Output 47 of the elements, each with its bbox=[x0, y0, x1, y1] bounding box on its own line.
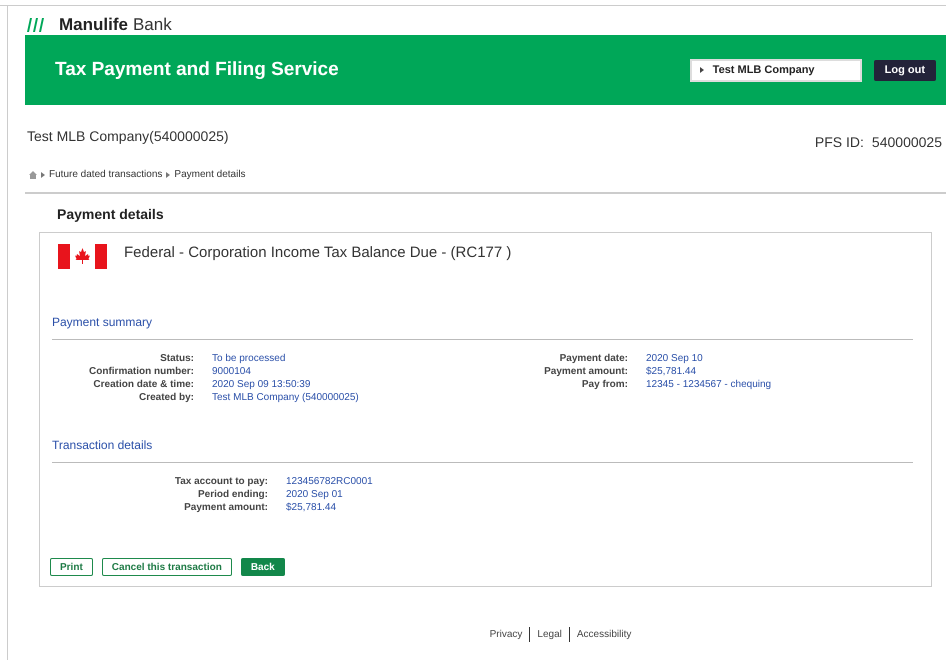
action-button[interactable]: Back bbox=[240, 558, 285, 576]
company-heading: Test MLB Company(540000025) bbox=[26, 127, 230, 146]
logo-suffix: Bank bbox=[132, 14, 172, 36]
action-button[interactable]: Print bbox=[50, 558, 93, 576]
section-heading: Transaction details bbox=[52, 436, 913, 463]
footer-link[interactable]: Legal bbox=[529, 627, 569, 642]
page-title: Payment details bbox=[57, 205, 165, 224]
action-button[interactable]: Cancel this transaction bbox=[102, 558, 232, 576]
field-label: Payment date: bbox=[558, 352, 628, 365]
field-label: Confirmation number: bbox=[88, 365, 194, 378]
field-value: $25,781.44 bbox=[286, 501, 336, 514]
breadcrumb-link[interactable]: Future dated transactions bbox=[49, 167, 162, 182]
logo-icon bbox=[25, 17, 45, 33]
chevron-icon bbox=[41, 172, 45, 178]
field-label: Period ending: bbox=[197, 488, 268, 501]
field-value: 9000104 bbox=[212, 365, 251, 378]
field-value: Test MLB Company (540000025) bbox=[212, 391, 359, 404]
field-value: 123456782RC0001 bbox=[286, 475, 373, 488]
footer-link[interactable]: Accessibility bbox=[568, 627, 638, 642]
field-label: Creation date & time: bbox=[92, 378, 194, 391]
logout-button[interactable]: Log out bbox=[874, 60, 936, 80]
tax-title: Federal - Corporation Income Tax Balance Due - (RC177 ) bbox=[124, 243, 512, 263]
field-value: 2020 Sep 01 bbox=[286, 488, 343, 501]
field-value: 12345 - 1234567 - chequing bbox=[646, 378, 772, 391]
logo-brand: Manulife bbox=[59, 14, 128, 36]
field-label: Status: bbox=[159, 352, 194, 365]
section-heading: Payment summary bbox=[52, 313, 913, 340]
field-label: Payment amount: bbox=[543, 365, 628, 378]
service-title: Tax Payment and Filing Service bbox=[55, 58, 340, 82]
breadcrumb-link[interactable]: Payment details bbox=[174, 167, 246, 182]
field-value: 2020 Sep 10 bbox=[646, 352, 703, 365]
field-value: To be processed bbox=[212, 352, 286, 365]
chevron-icon bbox=[166, 172, 170, 178]
field-label: Payment amount: bbox=[183, 501, 268, 514]
field-label: Created by: bbox=[138, 391, 194, 404]
home-icon[interactable] bbox=[29, 170, 37, 178]
field-value: $25,781.44 bbox=[646, 365, 696, 378]
footer-link[interactable]: Privacy bbox=[482, 627, 530, 642]
caret-icon bbox=[700, 67, 704, 73]
field-label: Pay from: bbox=[580, 378, 628, 391]
field-value: 2020 Sep 09 13:50:39 bbox=[212, 378, 310, 391]
company-name: Test MLB Company bbox=[712, 62, 815, 78]
pfs-label: PFS ID: bbox=[814, 133, 864, 152]
company-selector[interactable]: Test MLB Company bbox=[690, 58, 862, 82]
pfs-value: 540000025 bbox=[872, 133, 942, 152]
flag-icon bbox=[58, 244, 107, 269]
field-label: Tax account to pay: bbox=[174, 475, 268, 488]
